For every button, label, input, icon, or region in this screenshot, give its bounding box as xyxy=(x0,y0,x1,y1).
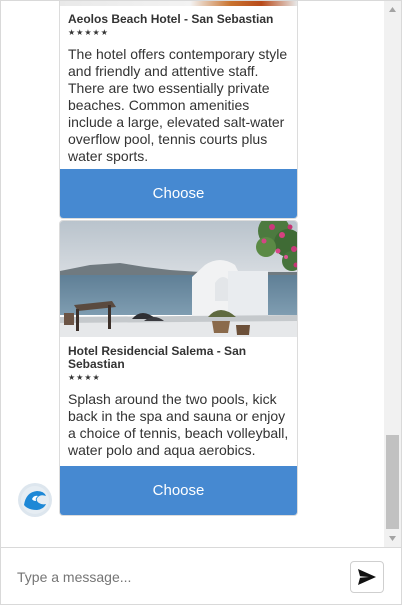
message-list[interactable]: Aeolos Beach Hotel - San Sebastian ★★★★★… xyxy=(1,1,384,547)
hotel-card-body: Aeolos Beach Hotel - San Sebastian ★★★★★… xyxy=(68,13,289,165)
wave-icon xyxy=(21,486,49,514)
scroll-thumb[interactable] xyxy=(386,435,399,529)
hotel-name: Hotel Residencial Salema - San Sebastian xyxy=(68,344,247,371)
scrollbar[interactable] xyxy=(384,1,401,547)
hotel-photo xyxy=(60,1,297,6)
message-composer xyxy=(1,547,401,604)
chat-window: Aeolos Beach Hotel - San Sebastian ★★★★★… xyxy=(0,0,402,605)
scroll-down-arrow-icon[interactable] xyxy=(384,530,401,547)
hotel-name: Aeolos Beach Hotel - San Sebastian xyxy=(68,12,274,26)
hotel-photo xyxy=(60,221,297,337)
hotel-description: Splash around the two pools, kick back i… xyxy=(68,391,289,458)
send-icon xyxy=(358,569,376,585)
scroll-up-arrow-icon[interactable] xyxy=(384,1,401,18)
choose-button[interactable]: Choose xyxy=(60,169,297,218)
bot-avatar xyxy=(18,483,52,517)
hotel-star-rating: ★★★★ xyxy=(68,373,101,382)
send-button[interactable] xyxy=(350,561,384,593)
hotel-card-body: Hotel Residencial Salema - San Sebastian… xyxy=(68,345,289,459)
hotel-star-rating: ★★★★★ xyxy=(68,28,109,37)
message-input[interactable] xyxy=(17,562,337,592)
choose-button[interactable]: Choose xyxy=(60,466,297,515)
hotel-card: Aeolos Beach Hotel - San Sebastian ★★★★★… xyxy=(59,1,298,219)
hotel-description: The hotel offers contemporary style and … xyxy=(68,46,288,164)
hotel-card: Hotel Residencial Salema - San Sebastian… xyxy=(59,220,298,516)
